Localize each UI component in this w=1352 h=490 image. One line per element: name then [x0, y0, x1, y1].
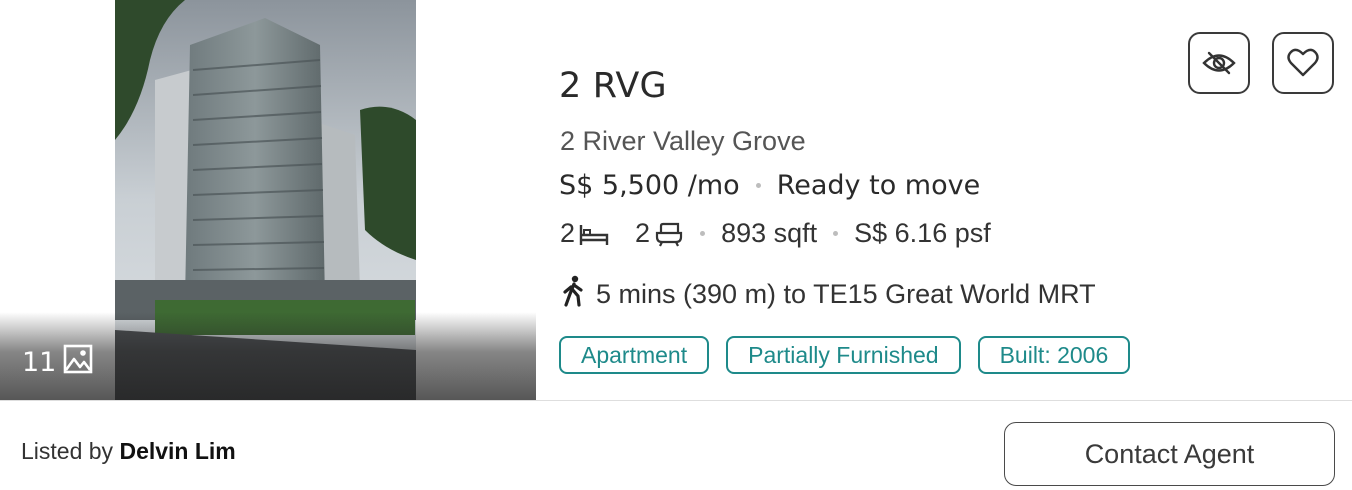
eye-slash-icon — [1202, 51, 1236, 75]
separator-dot — [833, 231, 839, 236]
price-per-sqft: S$ 6.16 psf — [854, 218, 991, 248]
agent-name[interactable]: Delvin Lim — [119, 438, 235, 464]
bed-icon — [579, 221, 609, 247]
floor-size: 893 sqft — [721, 218, 818, 248]
favorite-button[interactable] — [1272, 32, 1334, 94]
listed-by: Listed by Delvin Lim — [21, 438, 236, 465]
hide-listing-button[interactable] — [1188, 32, 1250, 94]
specs-row: 2 2 893 sqft S$ 6.16 psf — [560, 218, 991, 249]
bed-count: 2 — [560, 218, 576, 248]
bath-count: 2 — [635, 218, 651, 248]
listing-price: S$ 5,500 /mo — [559, 170, 740, 201]
tag-built-year: Built: 2006 — [977, 336, 1131, 374]
walking-person-icon — [560, 275, 588, 314]
listed-by-label: Listed by — [21, 438, 114, 464]
bathtub-icon — [654, 221, 684, 247]
tag-furnishing: Partially Furnished — [726, 336, 961, 374]
listing-media[interactable]: 11 — [0, 0, 536, 400]
image-icon — [62, 343, 94, 382]
separator-dot — [755, 183, 761, 188]
card-divider — [0, 400, 1352, 401]
photo-count[interactable]: 11 — [22, 343, 94, 382]
listing-title[interactable]: 2 RVG — [559, 66, 667, 106]
listing-card[interactable]: 11 2 RVG 2 River Valley Grove S$ 5,500 /… — [0, 0, 1352, 490]
mrt-distance-row: 5 mins (390 m) to TE15 Great World MRT — [560, 275, 1096, 314]
price-row: S$ 5,500 /mo Ready to move — [559, 170, 980, 201]
mrt-distance-text: 5 mins (390 m) to TE15 Great World MRT — [596, 279, 1096, 309]
separator-dot — [700, 231, 706, 236]
photo-count-number: 11 — [22, 347, 57, 378]
contact-agent-button[interactable]: Contact Agent — [1004, 422, 1335, 486]
availability-status: Ready to move — [776, 170, 981, 201]
heart-icon — [1287, 48, 1319, 77]
tag-property-type: Apartment — [559, 336, 710, 374]
listing-tags: Apartment Partially Furnished Built: 200… — [559, 336, 1131, 374]
listing-address: 2 River Valley Grove — [560, 126, 806, 156]
